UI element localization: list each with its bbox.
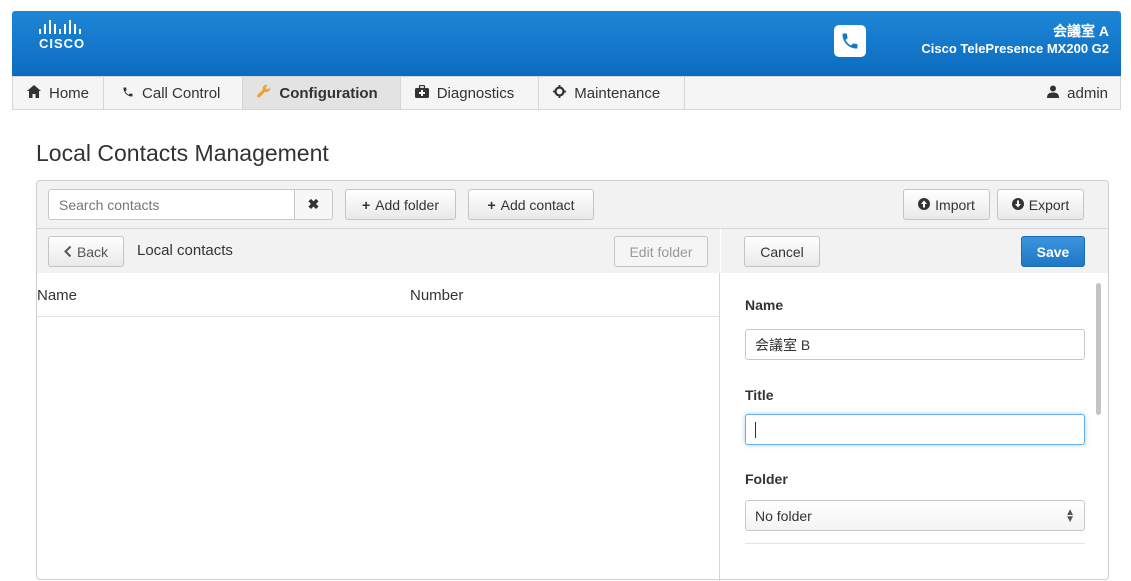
user-menu[interactable]: admin [1035,77,1120,109]
nav-maintenance-label: Maintenance [574,84,661,102]
form-actions-bar: Cancel Save [721,229,1108,273]
breadcrumb: Local contacts [137,242,233,259]
medkit-icon [414,84,429,102]
wrench-icon [257,84,271,102]
select-arrows-icon: ▲ ▼ [1065,506,1075,525]
clear-search-button[interactable]: ✖ [294,189,333,220]
form-divider [745,543,1085,544]
export-button[interactable]: Export [997,189,1084,220]
phone-icon [122,85,134,102]
add-contact-button[interactable]: + Add contact [468,189,594,220]
nav-configuration[interactable]: Configuration [243,77,401,109]
text-caret [755,421,756,438]
import-button[interactable]: Import [903,189,990,220]
name-value: 会議室 B [755,336,811,353]
main-nav: Home Call Control Configuration Diagnost… [12,76,1121,110]
nav-configuration-label: Configuration [279,84,378,102]
home-icon [27,84,41,102]
name-field[interactable]: 会議室 B [745,329,1085,360]
import-label: Import [935,196,975,213]
nav-call-control[interactable]: Call Control [104,77,244,109]
user-name: admin [1067,84,1108,102]
phone-icon [834,25,866,57]
contact-form-pane: Cancel Save Name 会議室 B Title Folder No f… [721,229,1108,581]
folder-value: No folder [755,507,812,524]
add-folder-button[interactable]: + Add folder [345,189,456,220]
app-header: CISCO 会議室 A Cisco TelePresence MX200 G2 [0,0,1131,78]
chevron-left-icon [64,244,72,260]
export-label: Export [1028,196,1070,213]
save-button[interactable]: Save [1021,236,1085,267]
contacts-toolbar: ✖ + Add folder + Add contact Import Expo… [37,181,1108,229]
plus-icon: + [487,196,496,213]
title-label: Title [745,387,774,403]
cancel-button[interactable]: Cancel [744,236,820,267]
title-field[interactable] [745,414,1085,445]
nav-call-control-label: Call Control [142,84,221,102]
contacts-list-pane: Back Local contacts Edit folder Name Num… [37,229,720,581]
add-contact-label: Add contact [500,196,575,213]
column-header-name[interactable]: Name [37,287,77,304]
back-button[interactable]: Back [48,236,124,267]
plus-icon: + [361,196,371,213]
device-model: Cisco TelePresence MX200 G2 [921,41,1109,56]
nav-home-label: Home [49,84,90,102]
page-title: Local Contacts Management [36,140,329,166]
device-info: 会議室 A Cisco TelePresence MX200 G2 [921,23,1109,57]
edit-folder-label: Edit folder [629,243,693,260]
cancel-label: Cancel [760,243,804,260]
cisco-logo: CISCO [39,20,85,51]
edit-folder-button[interactable]: Edit folder [614,236,708,267]
folder-select[interactable]: No folder ▲ ▼ [745,500,1085,531]
arrow-down-circle-icon [1011,197,1024,213]
column-header-number[interactable]: Number [410,287,463,304]
contacts-table-header: Name Number [37,273,720,317]
logo-text: CISCO [39,36,86,51]
add-folder-label: Add folder [375,196,439,213]
search-input[interactable] [48,189,295,220]
nav-diagnostics[interactable]: Diagnostics [401,77,540,109]
back-label: Back [76,243,109,260]
form-scrollbar[interactable] [1096,283,1101,415]
cisco-logo-bars-icon [39,20,85,34]
room-name: 会議室 A [1053,23,1109,39]
nav-home[interactable]: Home [13,77,105,109]
contacts-panel: ✖ + Add folder + Add contact Import Expo… [36,180,1109,581]
arrow-up-circle-icon [918,197,931,213]
name-label: Name [745,297,784,313]
folder-label: Folder [745,471,788,487]
list-subbar: Back Local contacts Edit folder [37,229,720,273]
close-icon: ✖ [307,196,320,212]
nav-diagnostics-label: Diagnostics [436,84,515,102]
brand-bar: CISCO 会議室 A Cisco TelePresence MX200 G2 [12,11,1121,76]
user-icon [1047,85,1060,102]
nav-maintenance[interactable]: Maintenance [539,77,686,109]
gear-icon [553,84,567,102]
save-label: Save [1036,243,1070,260]
